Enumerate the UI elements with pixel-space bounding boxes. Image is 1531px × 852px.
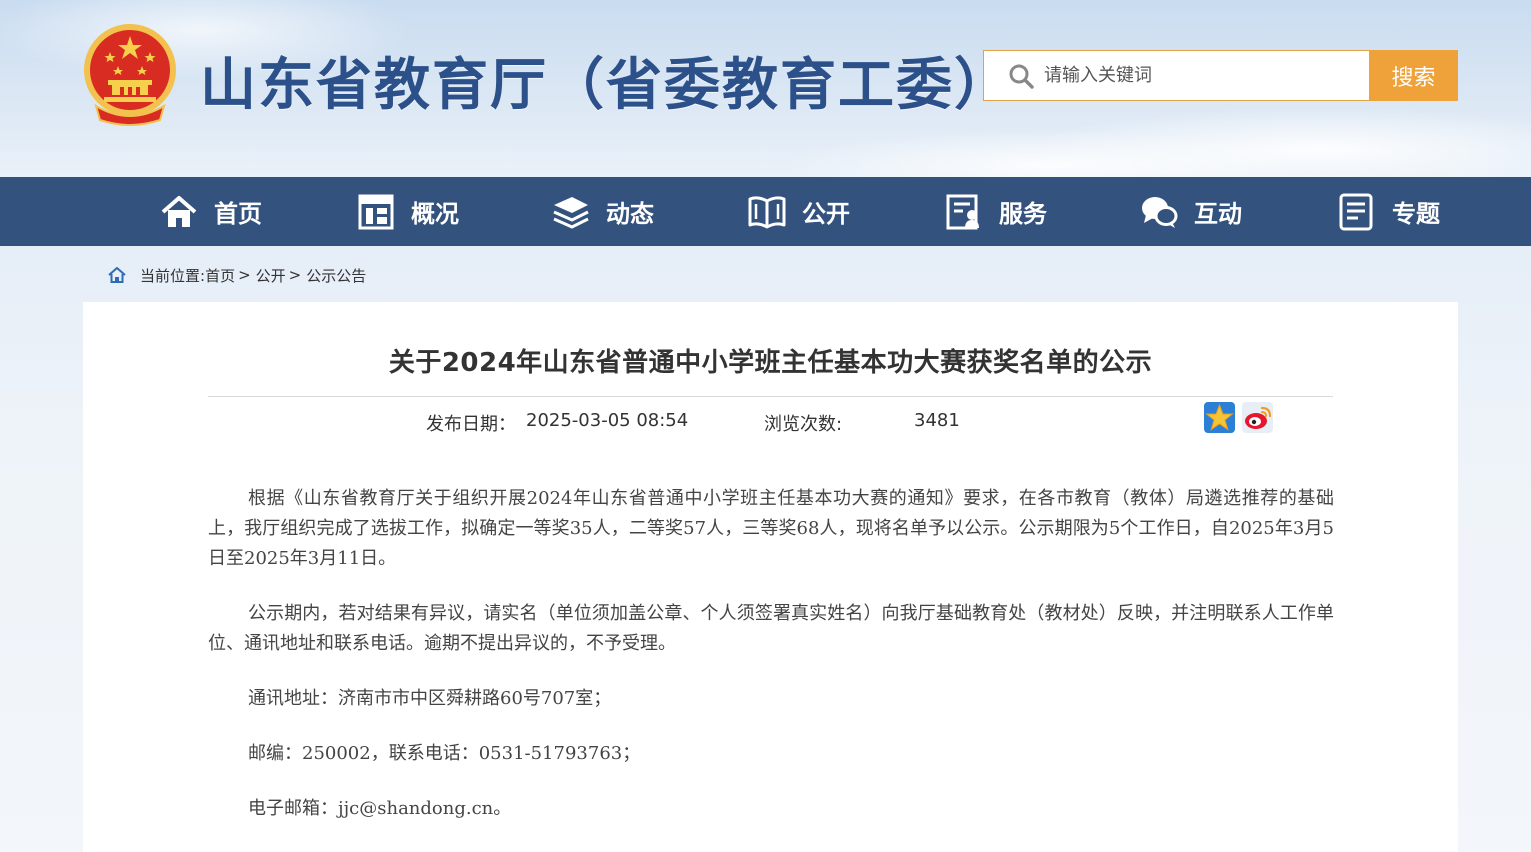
site-title: 山东省教育厅（省委教育工委）	[200, 53, 1012, 118]
search-icon	[1009, 64, 1034, 89]
search-box	[983, 50, 1370, 101]
nav-label-overview: 概况	[411, 200, 459, 228]
search-input[interactable]	[1044, 55, 1364, 96]
home-icon	[161, 195, 197, 227]
nav-item-service[interactable]: 服务	[945, 177, 1047, 246]
contact-email: 电子邮箱：jjc@shandong.cn。	[248, 798, 512, 819]
layers-icon	[553, 196, 589, 229]
building-icon	[358, 194, 394, 229]
breadcrumb-item-notices[interactable]: 公示公告	[306, 265, 366, 286]
chat-icon	[1142, 196, 1178, 228]
nav-label-service: 服务	[999, 200, 1047, 228]
search-button[interactable]: 搜索	[1369, 50, 1458, 101]
publish-date-label: 发布日期：	[426, 414, 516, 435]
home-icon	[108, 267, 126, 283]
national-emblem-icon	[84, 24, 176, 126]
nav-label-public: 公开	[802, 200, 850, 228]
breadcrumb-prefix: 当前位置:	[140, 266, 206, 285]
breadcrumb: 当前位置: 首页 > 公开 > 公示公告	[108, 264, 366, 286]
nav-label-topics: 专题	[1392, 200, 1440, 228]
nav-item-topics[interactable]: 专题	[1338, 177, 1440, 246]
main-nav: 首页 概况 动态 公开 服务 互动 专题	[0, 177, 1531, 246]
nav-label-interaction: 互动	[1194, 200, 1242, 228]
article-title: 关于2024年山东省普通中小学班主任基本功大赛获奖名单的公示	[388, 348, 1153, 378]
breadcrumb-separator: >	[288, 266, 302, 284]
favorite-star-icon[interactable]	[1204, 402, 1235, 433]
nav-item-interaction[interactable]: 互动	[1140, 177, 1242, 246]
title-divider	[208, 396, 1333, 397]
article-paragraph: 根据《山东省教育厅关于组织开展2024年山东省普通中小学班主任基本功大赛的通知》…	[208, 488, 1334, 569]
site-header: 山东省教育厅（省委教育工委） 搜索	[0, 0, 1531, 177]
weibo-share-icon[interactable]	[1242, 402, 1273, 433]
view-count: 3481	[914, 410, 960, 431]
topic-document-icon	[1339, 193, 1373, 230]
open-book-icon	[748, 195, 786, 228]
nav-item-home[interactable]: 首页	[160, 177, 262, 246]
article-paragraph: 公示期内，若对结果有异议，请实名（单位须加盖公章、个人须签署真实姓名）向我厅基础…	[208, 603, 1334, 654]
article-container: 关于2024年山东省普通中小学班主任基本功大赛获奖名单的公示 发布日期： 202…	[83, 302, 1458, 852]
contact-address: 通讯地址：济南市市中区舜耕路60号707室；	[248, 688, 612, 709]
nav-label-news: 动态	[606, 200, 654, 228]
publish-date: 2025-03-05 08:54	[526, 410, 689, 431]
breadcrumb-item-home[interactable]: 首页	[205, 265, 235, 286]
service-document-icon	[946, 194, 979, 229]
breadcrumb-item-public[interactable]: 公开	[256, 265, 286, 286]
nav-item-overview[interactable]: 概况	[357, 177, 459, 246]
nav-label-home: 首页	[214, 200, 262, 228]
nav-item-public[interactable]: 公开	[748, 177, 850, 246]
breadcrumb-separator: >	[238, 266, 251, 284]
nav-item-news[interactable]: 动态	[552, 177, 654, 246]
contact-postcode-phone: 邮编：250002，联系电话：0531-51793763；	[248, 743, 641, 764]
view-count-label: 浏览次数:	[764, 414, 843, 435]
